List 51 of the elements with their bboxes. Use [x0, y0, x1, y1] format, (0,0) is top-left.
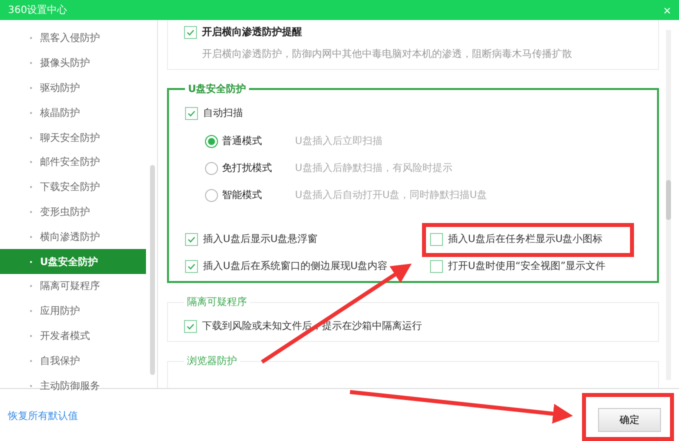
sidebar-item[interactable]: 隔离可疑程序	[0, 274, 146, 299]
checkmark-icon	[186, 322, 195, 330]
scrollbar-thumb[interactable]	[666, 180, 671, 220]
mode-hint: U盘插入后静默扫描，有风险时提示	[295, 162, 454, 175]
radio-label: 智能模式	[222, 188, 262, 202]
ok-button[interactable]: 确定	[598, 408, 661, 432]
mode-hint: U盘插入后立即扫描	[295, 134, 384, 148]
checkmark-icon	[187, 262, 196, 270]
description: 开启横向渗透防护，防御内网中其他中毒电脑对本机的渗透，阻断病毒木马传播扩散	[201, 48, 573, 61]
sidebar-item[interactable]: 主动防御服务	[0, 373, 146, 398]
checkbox[interactable]	[185, 232, 198, 246]
sidebar-item[interactable]: 自我保护	[0, 348, 146, 374]
scrollbar[interactable]	[150, 165, 155, 375]
sidebar-item[interactable]: U盘安全防护	[0, 249, 146, 274]
radio-button[interactable]	[205, 134, 218, 148]
sidebar-item[interactable]: 应用防护	[0, 298, 146, 324]
sidebar-item[interactable]: 开发者模式	[0, 324, 146, 348]
sidebar-item[interactable]: 下载安全防护	[0, 174, 146, 200]
section-title: U盘安全防护	[187, 82, 248, 96]
checkbox[interactable]	[430, 260, 443, 272]
radio-label: 普通模式	[222, 134, 262, 148]
checkbox[interactable]	[430, 232, 443, 246]
restore-defaults-link[interactable]: 恢复所有默认值	[8, 408, 78, 422]
sidebar-item[interactable]: 聊天安全防护	[0, 125, 146, 150]
checkbox-label: 打开U盘时使用“安全视图”显示文件	[448, 260, 606, 273]
radio-button[interactable]	[205, 188, 218, 202]
sidebar-item[interactable]: 邮件安全防护	[0, 150, 146, 175]
sidebar-item[interactable]: 摄像头防护	[0, 50, 146, 76]
checkbox-label: 开启横向渗透防护提醒	[202, 25, 302, 39]
checkbox[interactable]	[185, 106, 198, 120]
sidebar-item[interactable]: 横向渗透防护	[0, 224, 146, 250]
sidebar-item[interactable]: 变形虫防护	[0, 200, 146, 224]
checkmark-icon	[187, 234, 196, 244]
checkbox-label: 自动扫描	[203, 106, 243, 120]
sidebar-item[interactable]: 驱动防护	[0, 76, 146, 100]
checkbox-label: 插入U盘后显示U盘悬浮窗	[203, 232, 318, 246]
checkbox-label: 插入U盘后在任务栏显示U盘小图标	[448, 232, 603, 246]
sidebar-item[interactable]: 核晶防护	[0, 100, 146, 126]
checkmark-icon	[186, 28, 195, 36]
radio-button[interactable]	[205, 162, 218, 174]
sidebar-item[interactable]: 黑客入侵防护	[0, 26, 146, 51]
window-title: 360设置中心	[8, 4, 68, 17]
radio-label: 免打扰模式	[222, 162, 272, 175]
section-title: 浏览器防护	[186, 354, 238, 368]
checkbox[interactable]	[184, 320, 197, 332]
mode-hint: U盘插入后自动打开U盘，同时静默扫描U盘	[295, 188, 488, 202]
checkbox[interactable]	[185, 260, 198, 272]
checkbox[interactable]	[184, 26, 197, 38]
checkmark-icon	[187, 108, 196, 118]
checkbox-label: 插入U盘后在系统窗口的侧边展现U盘内容	[203, 260, 388, 273]
section-title: 隔离可疑程序	[186, 296, 248, 309]
